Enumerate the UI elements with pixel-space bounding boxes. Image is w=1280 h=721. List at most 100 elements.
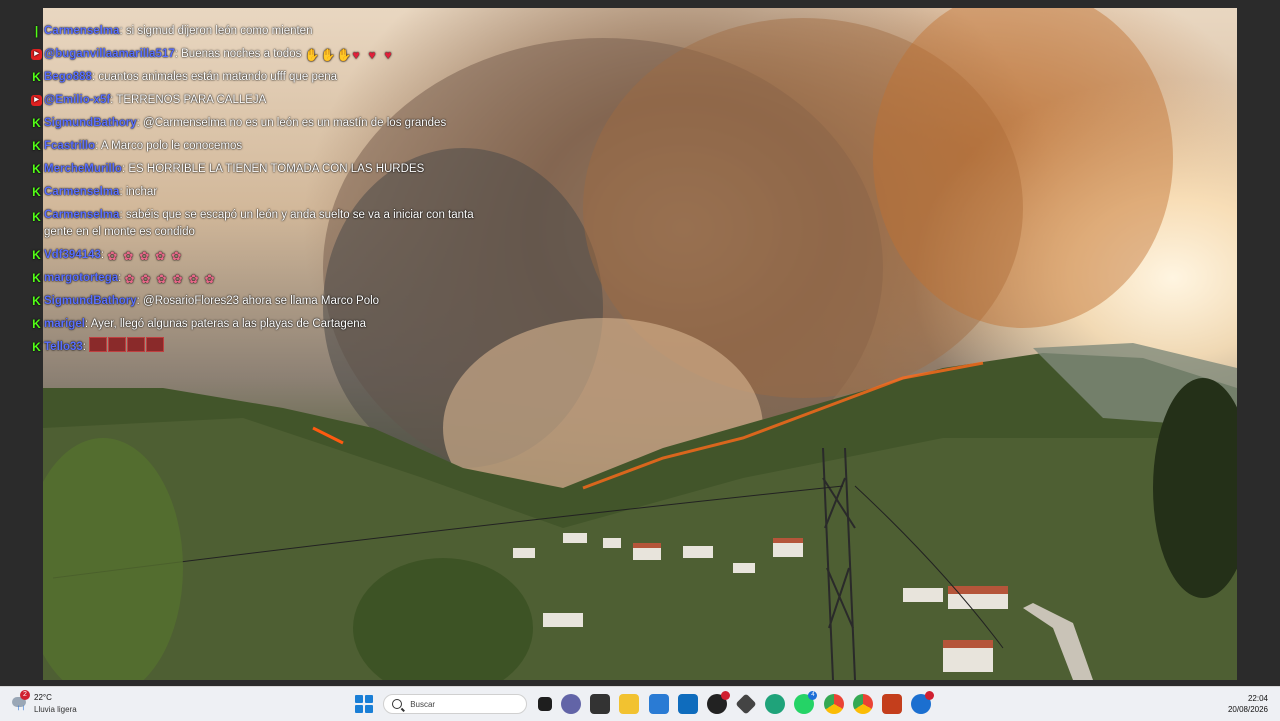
- emote-icon: ✿: [124, 272, 135, 286]
- chat-text: @Carmenselma no es un león es un mastín …: [143, 117, 447, 129]
- task-view-icon[interactable]: [537, 697, 552, 711]
- rain-drops-icon: ╵╵: [16, 706, 26, 715]
- taskbar: ╵╵ 2 22°C Lluvia ligera Buscar 4 22:04 2…: [0, 686, 1280, 721]
- store-icon[interactable]: [648, 694, 669, 714]
- emote-icon: [127, 337, 146, 352]
- system-clock[interactable]: 22:04 20/08/2026: [1228, 693, 1268, 715]
- search-placeholder: Buscar: [410, 699, 436, 709]
- streaming-app-icon[interactable]: [911, 691, 935, 714]
- chat-text: A Marco polo le conocemos: [100, 140, 243, 152]
- kick-icon: K: [32, 116, 41, 130]
- emote-icon: ✿: [107, 249, 118, 263]
- taskbar-apps: Buscar 4: [350, 691, 936, 716]
- emote-icon: ✿: [204, 272, 215, 286]
- emote-icon: ✿: [155, 249, 166, 263]
- whatsapp-badge: 4: [808, 691, 818, 700]
- chat-message: | Carmenselma: si sigmud dijeron león co…: [28, 20, 488, 43]
- chat-username[interactable]: @Emilio-x5f: [44, 94, 110, 106]
- kick-icon: K: [32, 162, 41, 176]
- chat-text: Buenas noches a todos: [181, 48, 302, 60]
- chat-message: K SigmundBathory: @Carmenselma no es un …: [32, 116, 447, 130]
- chat-text: @RosarioFlores23 ahora se llama Marco Po…: [143, 295, 380, 307]
- emote-icon: ✿: [140, 272, 151, 286]
- emote-icon: ✿: [171, 249, 182, 263]
- kick-icon: K: [32, 271, 41, 285]
- heart-emoji-icon: ♥: [368, 48, 376, 62]
- windows-start-icon[interactable]: [354, 695, 373, 713]
- chat-message: K Carmenselma: inchar: [32, 185, 158, 199]
- chat-message: ▶ @Emilio-x5f: TERRENOS PARA CALLEJA: [28, 89, 488, 112]
- file-explorer-icon[interactable]: [619, 694, 640, 714]
- emote-icon: ✿: [156, 272, 167, 286]
- chat-message: K Tello33:: [28, 336, 488, 359]
- kick-icon: K: [32, 70, 41, 84]
- notification-dot: [720, 691, 730, 700]
- emote-icon: ✿: [188, 272, 199, 286]
- kick-icon: K: [32, 248, 41, 262]
- waving-hand-emoji-icon: ✋: [336, 48, 352, 62]
- chat-text: si sigmud dijeron león como mienten: [125, 25, 313, 37]
- emote-icon: [108, 337, 127, 352]
- chat-username[interactable]: Carmenselma: [44, 186, 119, 198]
- chrome-icon[interactable]: [823, 694, 844, 714]
- kick-icon: |: [34, 24, 39, 38]
- emote-icon: [89, 337, 108, 352]
- chrome-profile-icon[interactable]: [852, 694, 873, 714]
- kick-icon: K: [32, 139, 41, 153]
- clock-date: 20/08/2026: [1227, 705, 1268, 714]
- chat-message: K Carmenselma: sabéis que se escapó un l…: [32, 209, 474, 238]
- whatsapp-icon[interactable]: 4: [794, 691, 818, 714]
- chat-text: inchar: [125, 186, 158, 198]
- chat-username[interactable]: @buganvillaamarilla517: [44, 48, 175, 60]
- waving-hand-emoji-icon: ✋: [304, 48, 320, 62]
- weather-widget[interactable]: ╵╵ 2 22°C Lluvia ligera: [10, 690, 100, 718]
- kick-icon: K: [32, 294, 41, 308]
- chat-username[interactable]: margotortega: [44, 272, 118, 284]
- powerpoint-icon[interactable]: [882, 694, 903, 714]
- weather-description: Lluvia ligera: [34, 705, 77, 714]
- live-chat-overlay: | Carmenselma: si sigmud dijeron león co…: [28, 20, 488, 359]
- chat-username[interactable]: SigmundBathory: [44, 295, 137, 307]
- chat-message: K margotortega: ✿ ✿ ✿ ✿ ✿ ✿: [28, 267, 488, 290]
- unity-icon[interactable]: [735, 693, 757, 715]
- obs-icon[interactable]: [706, 691, 730, 714]
- kick-icon: K: [32, 340, 41, 354]
- outlook-icon[interactable]: [677, 694, 698, 714]
- shield-app-icon[interactable]: [590, 694, 611, 714]
- chat-message: K Bego888: cuantos animales están matand…: [32, 70, 338, 84]
- chat-username[interactable]: Carmenselma: [44, 25, 119, 37]
- emote-icon: ✿: [172, 272, 183, 286]
- chat-text: Ayer, llegó algunas pateras a las playas…: [90, 318, 367, 330]
- kick-icon: K: [32, 185, 41, 199]
- chat-username[interactable]: Bego888: [44, 71, 92, 83]
- chat-message: K SigmundBathory: @RosarioFlores23 ahora…: [32, 294, 380, 308]
- search-icon: [392, 699, 403, 709]
- chat-text: ES HORRIBLE LA TIENEN TOMADA CON LAS HUR…: [128, 163, 425, 175]
- chat-message: K MercheMurillo: ES HORRIBLE LA TIENEN T…: [32, 162, 425, 176]
- chat-username[interactable]: MercheMurillo: [44, 163, 122, 175]
- chat-username[interactable]: Vdf394143: [44, 249, 101, 261]
- emote-icon: ✿: [139, 249, 150, 263]
- teams-icon[interactable]: [560, 694, 581, 714]
- weather-temperature: 22°C: [34, 693, 52, 702]
- chat-username[interactable]: Fcastrillo: [44, 140, 95, 152]
- chat-username[interactable]: Tello33: [44, 341, 83, 353]
- edge-icon[interactable]: [765, 694, 786, 714]
- youtube-icon: ▶: [31, 95, 42, 106]
- weather-notification-badge: 2: [20, 690, 30, 700]
- notification-dot: [925, 691, 935, 700]
- chat-username[interactable]: SigmundBathory: [44, 117, 137, 129]
- heart-emoji-icon: ♥: [384, 48, 392, 62]
- heart-emoji-icon: ♥: [352, 48, 360, 62]
- emote-icon: [146, 337, 165, 352]
- chat-username[interactable]: marigel: [44, 318, 85, 330]
- chat-username[interactable]: Carmenselma: [44, 209, 119, 221]
- chat-message: K marigel: Ayer, llegó algunas pateras a…: [32, 317, 367, 331]
- emote-icon: ✿: [123, 249, 134, 263]
- chat-text: cuantos animales están matando ufff que …: [98, 71, 338, 83]
- chat-message: ▶ @buganvillaamarilla517: Buenas noches …: [28, 43, 488, 66]
- kick-icon: K: [32, 317, 41, 331]
- waving-hand-emoji-icon: ✋: [320, 48, 336, 62]
- taskbar-search-input[interactable]: Buscar: [383, 694, 528, 714]
- clock-time: 22:04: [1247, 694, 1268, 703]
